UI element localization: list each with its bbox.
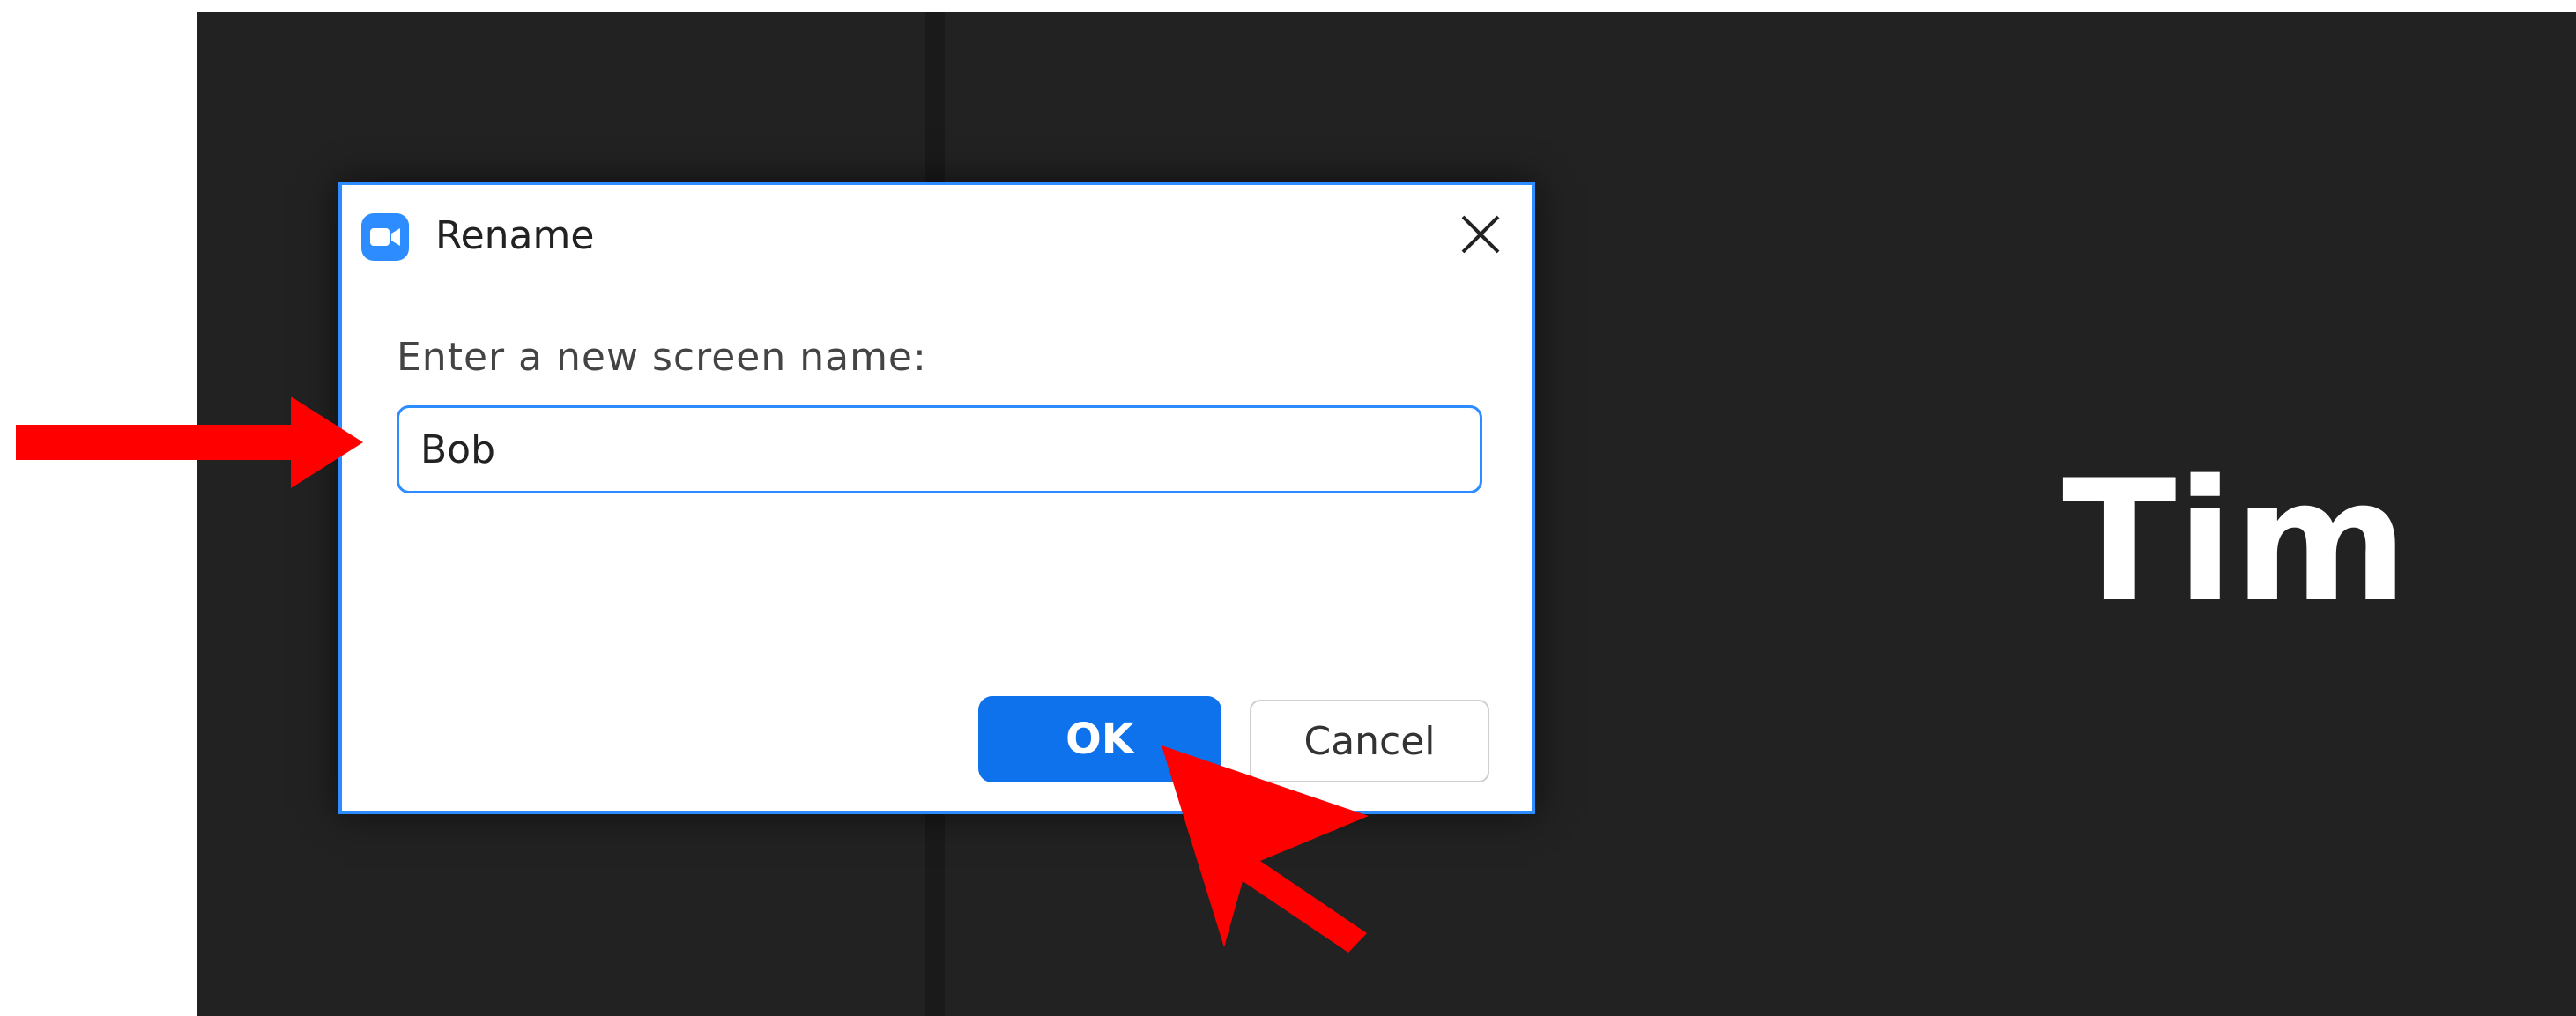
red-arrow-to-input	[16, 397, 363, 488]
red-cursor-arrow-to-ok	[1162, 745, 1369, 953]
annotation-overlay	[16, 397, 1369, 953]
